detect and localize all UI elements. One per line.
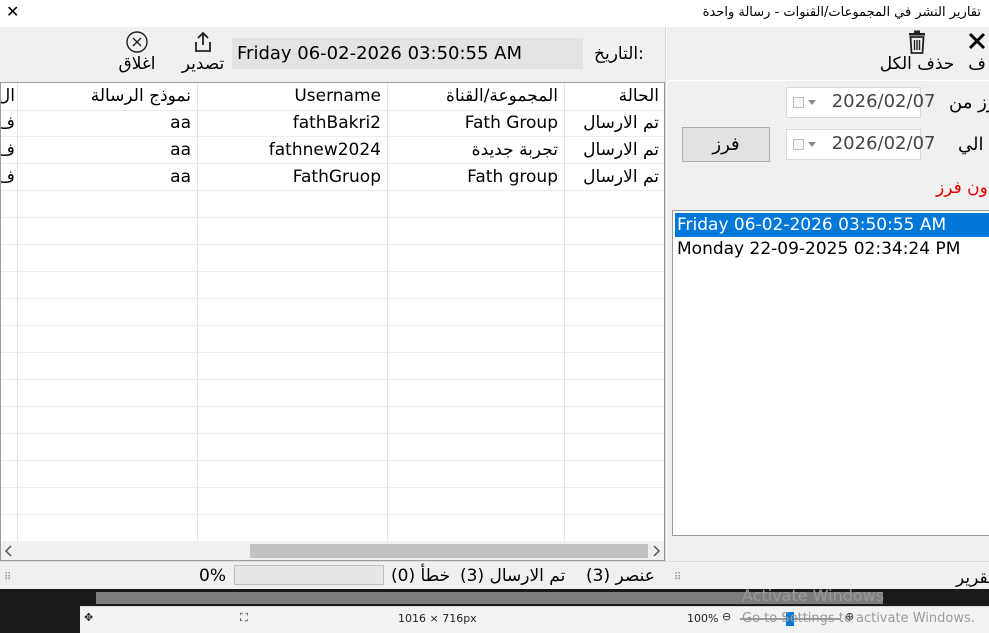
resize-grip-icon[interactable]: ⠿	[674, 572, 681, 583]
table-cell-group: Fath Group	[464, 113, 558, 133]
delete-all-button[interactable]: حذف الكل	[874, 30, 960, 74]
scroll-left-icon[interactable]	[4, 545, 14, 557]
from-date-picker[interactable]: 2026/02/07	[786, 87, 935, 118]
close-button[interactable]: اغلاق	[112, 30, 162, 74]
close-window-icon[interactable]: ✕	[6, 2, 19, 21]
column-header-group[interactable]: المجموعة/القناة	[388, 83, 564, 110]
window-title: تقارير النشر في المجموعات/القنوات - رسال…	[702, 5, 981, 20]
table-cell-status: تم الارسال	[583, 140, 659, 160]
table-cell-username: fathBakri2	[292, 113, 381, 133]
to-date-value: 2026/02/07	[831, 133, 936, 154]
horizontal-scroll-thumb[interactable]	[250, 544, 648, 558]
activate-windows-title: Activate Windows	[742, 586, 885, 605]
zoom-level: 100%	[687, 612, 719, 625]
export-button-label: تصدير	[181, 54, 225, 74]
status-right-label: تقرير	[956, 568, 989, 588]
date-label: التاريخ:	[594, 44, 644, 64]
close-button-label: اغلاق	[118, 54, 156, 74]
to-date-label: الي	[958, 134, 984, 155]
close-circle-icon	[126, 31, 148, 53]
zoom-out-icon[interactable]: ⊖	[722, 610, 731, 623]
table-cell-username: FathGruop	[292, 167, 381, 187]
filter-button[interactable]: فرز	[682, 127, 770, 162]
share-export-icon	[195, 31, 211, 52]
chevron-down-icon[interactable]	[808, 99, 816, 105]
report-table: الحالة المجموعة/القناة Username نموذج ال…	[0, 82, 665, 561]
table-cell-status: تم الارسال	[583, 113, 659, 133]
image-size: 1016 × 716px	[398, 612, 477, 625]
from-date-value: 2026/02/07	[831, 91, 936, 112]
table-cell-extra: ف	[1, 137, 17, 164]
progress-bar	[234, 565, 384, 585]
to-date-checkbox[interactable]	[793, 138, 804, 150]
delete-button-label: ف	[968, 54, 986, 74]
status-sent: (3) تم الارسال	[460, 566, 566, 586]
table-cell-template: aa	[170, 167, 191, 187]
status-count: (3) عنصر	[586, 566, 655, 586]
resize-grip-icon[interactable]: ⠿	[4, 572, 11, 583]
progress-percent: 0%	[199, 566, 226, 586]
table-cell-template: aa	[170, 113, 191, 133]
export-button[interactable]: تصدير	[178, 30, 228, 74]
status-errors: (0) خطأ	[391, 566, 451, 586]
filter-warning: ون فرز	[936, 178, 988, 198]
trash-icon	[909, 30, 925, 54]
pane-divider[interactable]	[665, 27, 667, 561]
list-item[interactable]: Monday 22-09-2025 02:34:24 PM	[675, 237, 989, 261]
table-cell-group: Fath group	[467, 167, 558, 187]
table-cell-group: تجربة جديدة	[471, 140, 558, 160]
column-header-extra[interactable]: ال	[1, 83, 17, 110]
activate-windows-subtitle: Go to Settings to activate Windows.	[742, 611, 975, 626]
delete-button[interactable]: ف	[962, 30, 989, 74]
title-bar: ✕ تقارير النشر في المجموعات/القنوات - رس…	[0, 0, 989, 27]
date-display: Friday 06-02-2026 03:50:55 AM	[232, 38, 583, 69]
table-cell-status: تم الارسال	[583, 167, 659, 187]
column-header-template[interactable]: نموذج الرسالة	[18, 83, 197, 110]
crop-icon[interactable]: ⛶	[240, 611, 248, 625]
column-header-username[interactable]: Username	[198, 83, 387, 110]
chevron-down-icon[interactable]	[808, 141, 816, 147]
table-cell-extra: ف	[1, 110, 17, 137]
to-date-picker[interactable]: 2026/02/07	[786, 129, 935, 160]
table-cell-template: aa	[170, 140, 191, 160]
list-item[interactable]: Friday 06-02-2026 03:50:55 AM	[675, 213, 989, 237]
delete-x-icon	[968, 32, 986, 50]
move-icon[interactable]: ✥	[84, 611, 93, 624]
scroll-right-icon[interactable]	[651, 545, 661, 557]
column-header-status[interactable]: الحالة	[565, 83, 664, 110]
table-cell-username: fathnew2024	[268, 140, 381, 160]
delete-all-label: حذف الكل	[879, 54, 955, 74]
table-cell-extra: ف	[1, 164, 17, 191]
report-dates-list[interactable]: Friday 06-02-2026 03:50:55 AM Monday 22-…	[672, 210, 989, 536]
from-date-checkbox[interactable]	[793, 96, 804, 108]
from-date-label: رز من	[949, 92, 989, 113]
